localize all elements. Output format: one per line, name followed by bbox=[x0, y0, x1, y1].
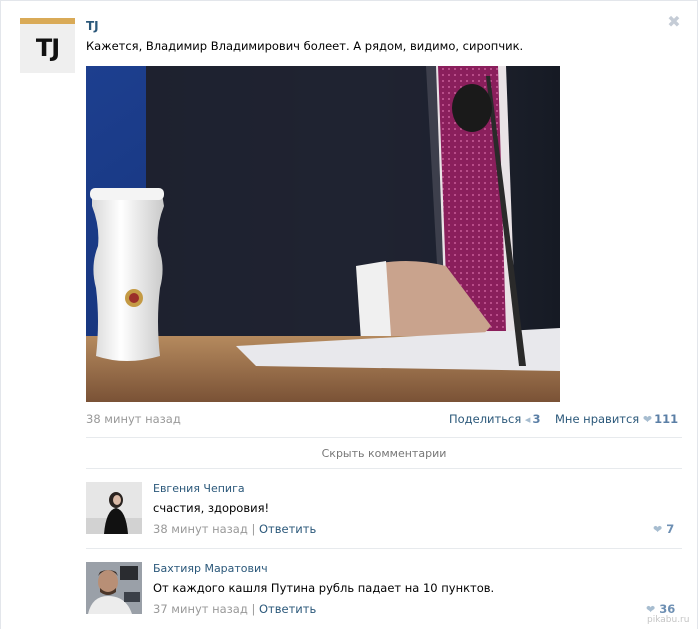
comment-meta: 37 минут назад | Ответить bbox=[153, 602, 316, 616]
like-label: Мне нравится bbox=[555, 412, 640, 426]
divider bbox=[86, 437, 682, 438]
hide-comments-link[interactable]: Скрыть комментарии bbox=[86, 447, 682, 460]
divider bbox=[86, 468, 682, 469]
post-timestamp[interactable]: 38 минут назад bbox=[86, 412, 181, 426]
meta-separator: | bbox=[251, 602, 256, 616]
heart-icon: ❤ bbox=[642, 413, 653, 426]
avatar-accent-bar bbox=[20, 18, 75, 24]
comment-timestamp[interactable]: 38 минут назад bbox=[153, 522, 248, 536]
watermark: pikabu.ru bbox=[647, 615, 690, 625]
close-icon[interactable]: ✖ bbox=[667, 14, 681, 30]
like-button[interactable]: Мне нравится ❤ 111 bbox=[555, 412, 678, 426]
post-container: ✖ TJ TJ Кажется, Владимир Владимирович б… bbox=[0, 0, 698, 629]
commenter-avatar[interactable] bbox=[86, 562, 142, 614]
avatar-logo-text: TJ bbox=[35, 34, 60, 62]
author-avatar[interactable]: TJ bbox=[20, 18, 75, 73]
like-count: 111 bbox=[654, 412, 679, 426]
comment-text: От каждого кашля Путина рубль падает на … bbox=[153, 581, 495, 595]
share-button[interactable]: Поделиться ◂ 3 bbox=[449, 412, 540, 426]
commenter-avatar[interactable] bbox=[86, 482, 142, 534]
share-count: 3 bbox=[532, 412, 541, 426]
megaphone-icon: ◂ bbox=[524, 413, 531, 426]
post-author-link[interactable]: TJ bbox=[86, 19, 99, 33]
share-label: Поделиться bbox=[449, 412, 522, 426]
post-photo[interactable] bbox=[86, 66, 560, 402]
comment-author-link[interactable]: Евгения Чепига bbox=[153, 482, 245, 495]
reply-link[interactable]: Ответить bbox=[259, 602, 316, 616]
comment-meta: 38 минут назад | Ответить bbox=[153, 522, 316, 536]
comment-like-button[interactable]: ❤ 36 bbox=[646, 602, 675, 616]
comment-text: счастия, здоровия! bbox=[153, 501, 270, 515]
post-text: Кажется, Владимир Владимирович болеет. А… bbox=[86, 39, 524, 53]
meta-separator: | bbox=[251, 522, 256, 536]
comment-like-button[interactable]: ❤ 7 bbox=[653, 522, 674, 536]
divider bbox=[86, 548, 682, 549]
reply-link[interactable]: Ответить bbox=[259, 522, 316, 536]
comment-like-count: 36 bbox=[659, 602, 676, 616]
comment-timestamp[interactable]: 37 минут назад bbox=[153, 602, 248, 616]
comment-author-link[interactable]: Бахтияр Маратович bbox=[153, 562, 268, 575]
comment-like-count: 7 bbox=[666, 522, 675, 536]
heart-icon: ❤ bbox=[653, 523, 663, 536]
